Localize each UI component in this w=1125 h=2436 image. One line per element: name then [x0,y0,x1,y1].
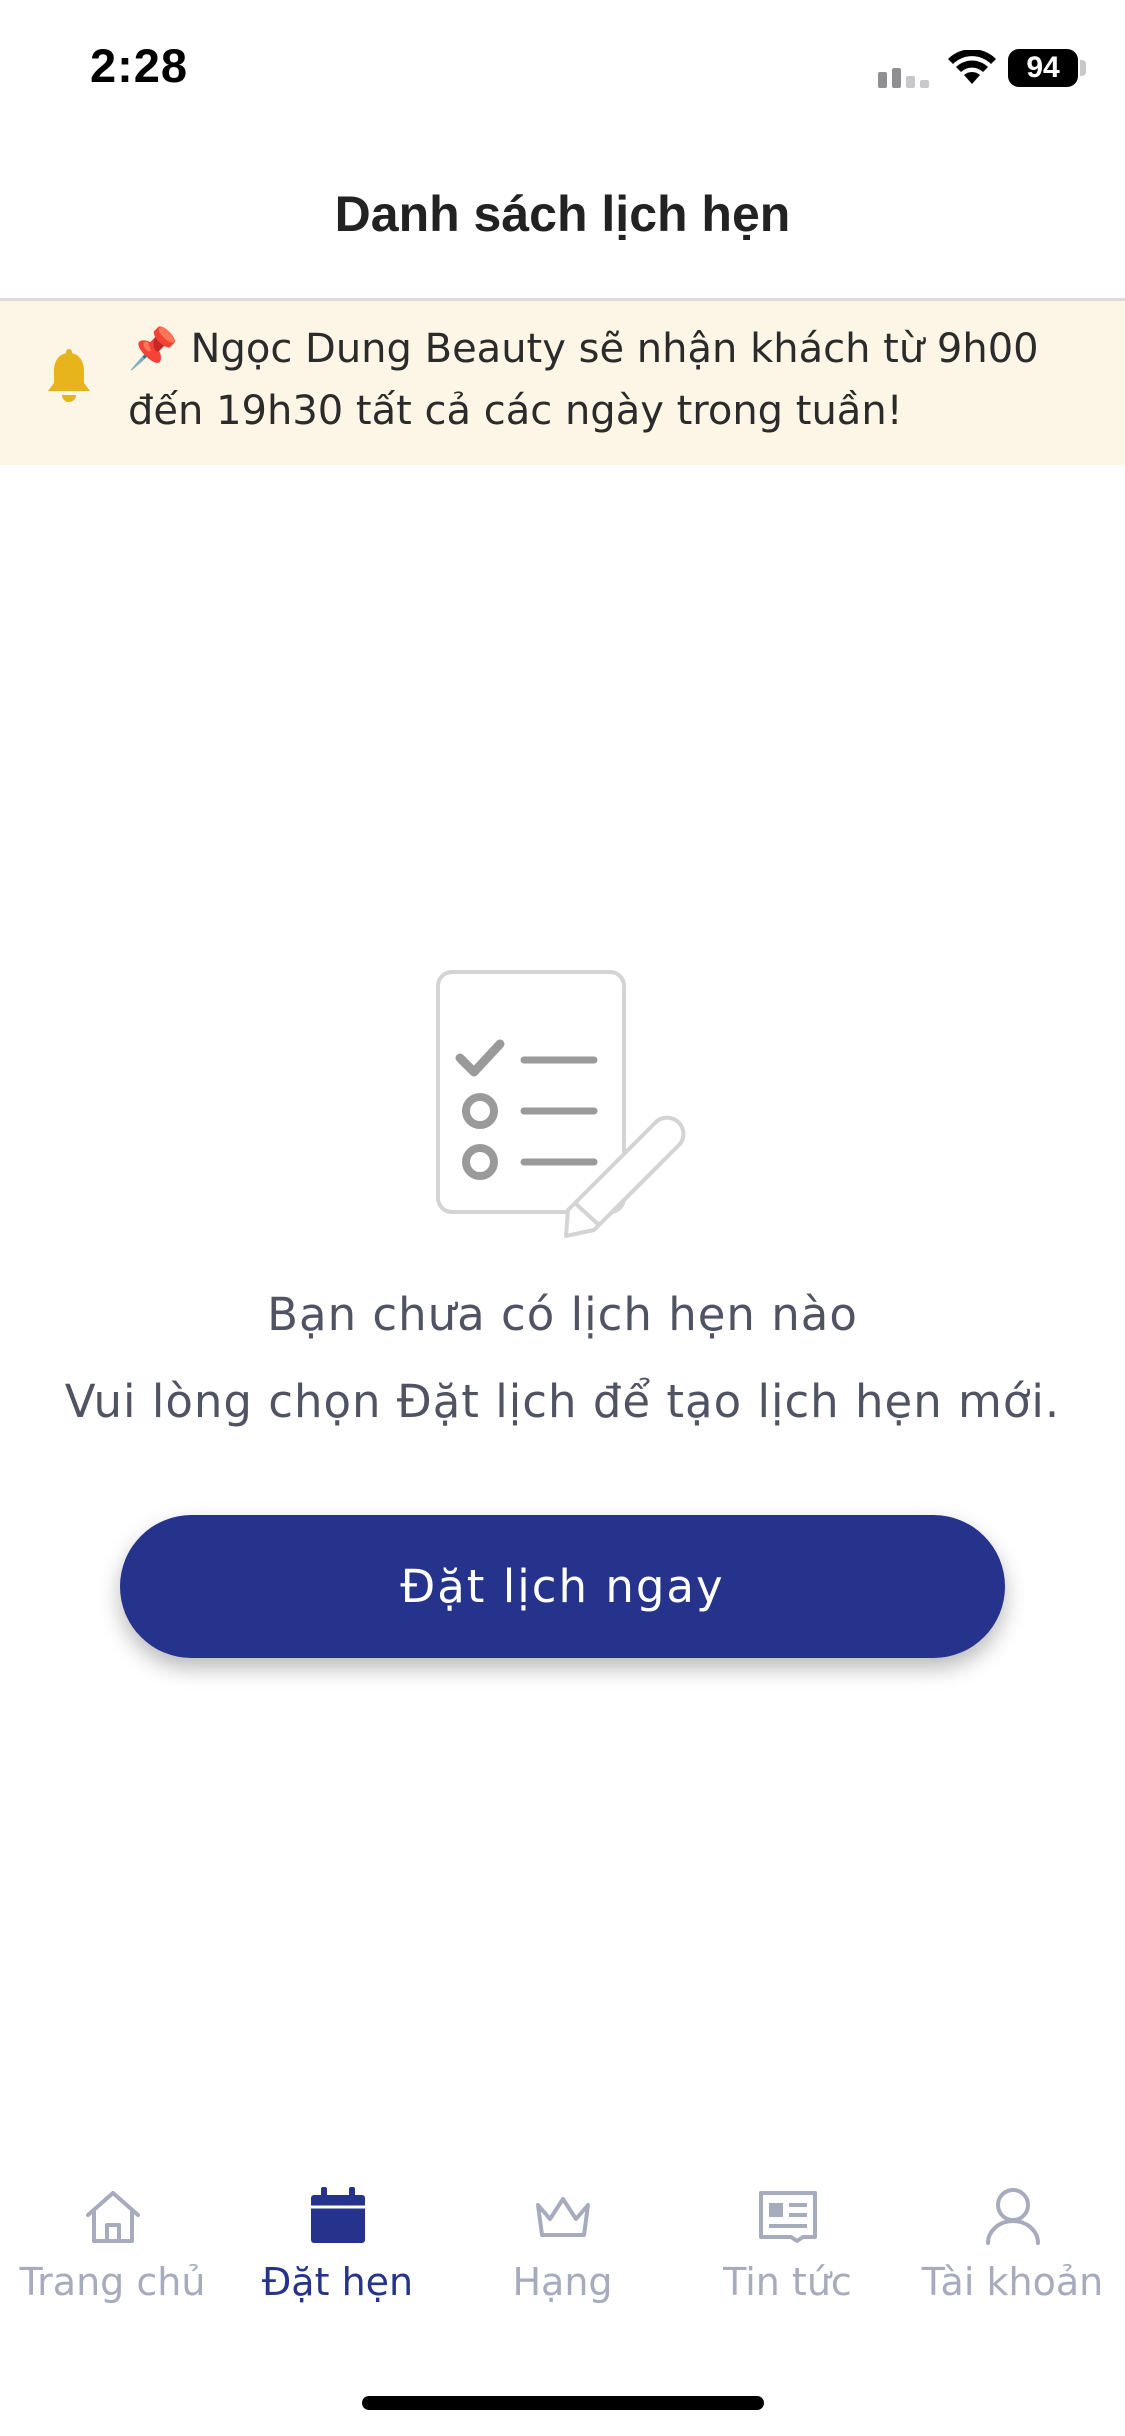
status-bar: 2:28 94 [0,0,1125,130]
nav-label-account: Tài khoản [921,2260,1104,2304]
nav-label-news: Tin tức [723,2260,852,2304]
nav-item-rank[interactable]: Hạng [450,2170,675,2320]
home-indicator [362,2396,764,2410]
empty-state-hint: Vui lòng chọn Đặt lịch để tạo lịch hẹn m… [64,1375,1061,1428]
nav-label-home: Trang chủ [19,2260,206,2304]
battery-tip [1080,60,1086,76]
nav-label-rank: Hạng [512,2260,613,2304]
battery-icon: 94 [1008,49,1078,87]
nav-label-appointments: Đặt hẹn [261,2260,414,2304]
nav-item-news[interactable]: Tin tức [675,2170,900,2320]
bottom-nav: Trang chủ Đặt hẹn Hạng Tin tức Tài khoản [0,2170,1125,2380]
signal-icon [878,68,929,88]
nav-item-appointments[interactable]: Đặt hẹn [225,2170,450,2320]
checklist-pencil-icon [436,970,686,1238]
notice-text: 📌 Ngọc Dung Beauty sẽ nhận khách từ 9h00… [128,318,1088,442]
notice-message: Ngọc Dung Beauty sẽ nhận khách từ 9h00 đ… [128,326,1039,434]
user-icon [986,2188,1040,2245]
newspaper-icon [759,2191,817,2243]
home-icon [86,2191,140,2243]
wifi-icon [948,50,996,84]
header: Danh sách lịch hẹn [0,130,1125,298]
book-now-button[interactable]: Đặt lịch ngay [120,1515,1005,1658]
page-title: Danh sách lịch hẹn [334,186,791,242]
bell-icon [48,349,90,402]
nav-item-home[interactable]: Trang chủ [0,2170,225,2320]
calendar-icon [311,2187,365,2243]
nav-item-account[interactable]: Tài khoản [900,2170,1125,2320]
crown-icon [536,2197,590,2237]
status-time: 2:28 [90,39,189,92]
appointments-screen: 2:28 94 Danh sách lịch hẹn 📌 Ngọc Dung B… [0,0,1125,2436]
pin-icon: 📌 [128,326,178,372]
empty-state-title: Bạn chưa có lịch hẹn nào [267,1288,858,1341]
